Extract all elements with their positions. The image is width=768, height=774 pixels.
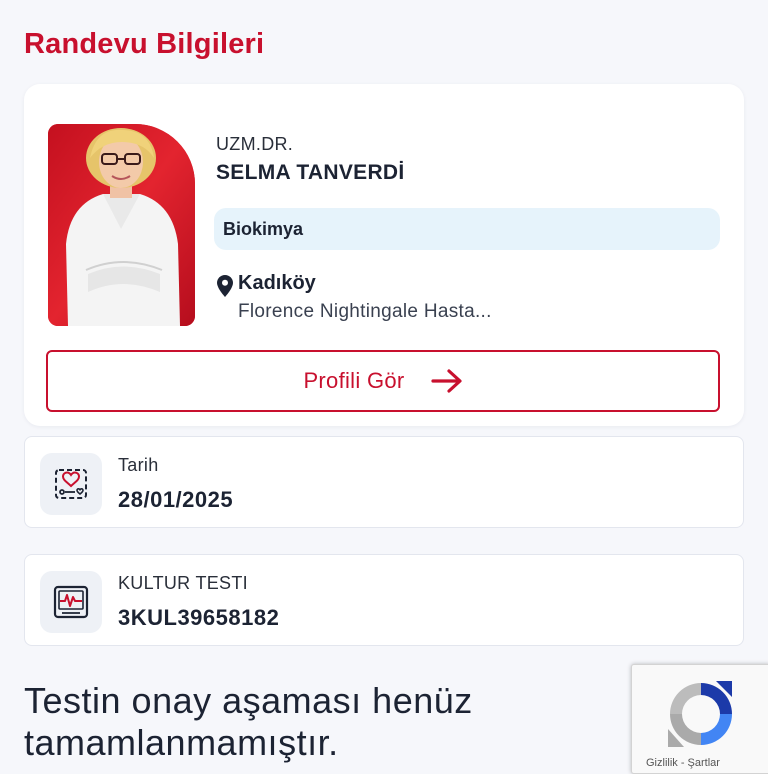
appointment-date-card: Tarih 28/01/2025 [24,436,744,528]
recaptcha-badge[interactable]: Gizlilik - Şartlar [631,664,768,774]
doctor-title: UZM.DR. [216,134,294,154]
doctor-name: SELMA TANVERDİ [216,161,405,184]
monitor-heartbeat-icon [40,571,102,633]
approval-status-message: Testin onay aşaması henüz tamamlanmamışt… [24,680,473,763]
doctor-hospital: Florence Nightingale Hasta... [238,301,492,322]
test-code-value: 3KUL39658182 [118,605,280,630]
doctor-location: Kadıköy [238,272,316,294]
calendar-heart-icon [40,453,102,515]
test-type-label: KULTUR TESTI [118,573,248,593]
view-profile-button[interactable]: Profili Gör [46,350,720,412]
page-title: Randevu Bilgileri [24,28,265,60]
specialty-badge: Biokimya [214,208,720,250]
recaptcha-privacy-terms-link[interactable]: Gizlilik - Şartlar [646,757,720,769]
arrow-right-icon [430,369,462,393]
doctor-photo [48,124,195,326]
specialty-label: Biokimya [223,218,304,239]
view-profile-label: Profili Gör [303,368,405,393]
date-label: Tarih [118,455,159,475]
test-info-card: KULTUR TESTI 3KUL39658182 [24,554,744,646]
date-value: 28/01/2025 [118,487,234,512]
location-pin-icon [217,275,233,297]
doctor-card: UZM.DR. SELMA TANVERDİ Biokimya Kadıköy … [24,84,744,426]
recaptcha-logo-icon [668,681,732,747]
